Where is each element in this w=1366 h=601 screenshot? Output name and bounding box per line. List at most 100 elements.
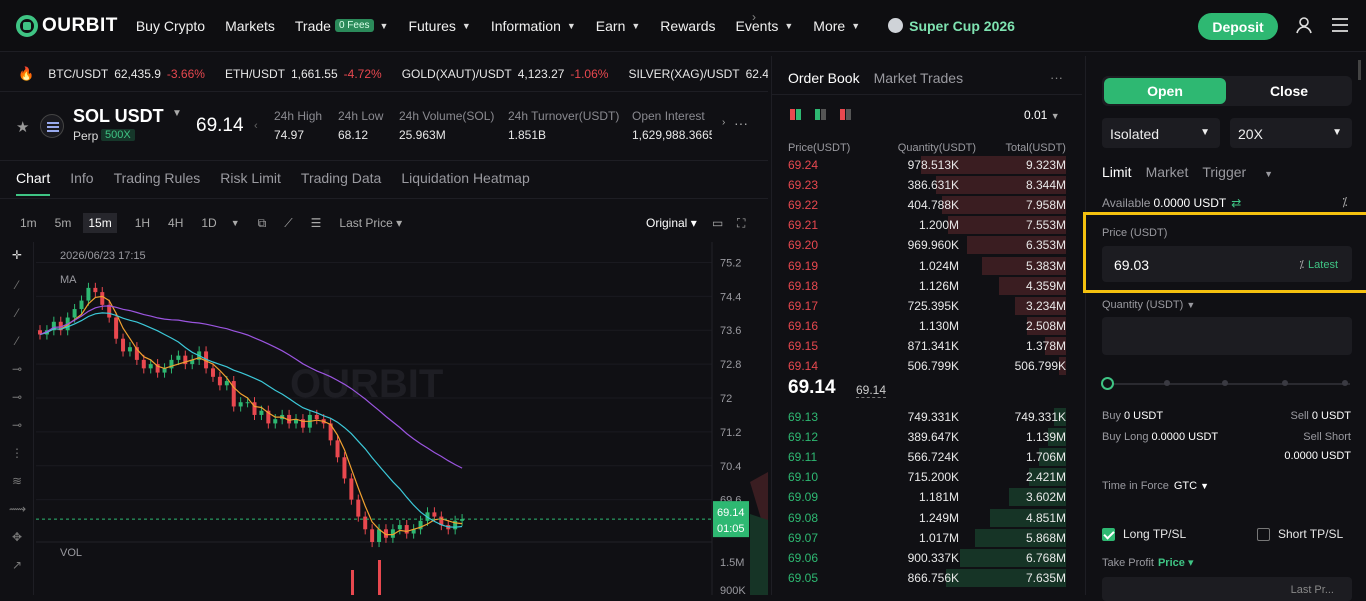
nav-item-buy-crypto[interactable]: Buy Crypto — [136, 18, 205, 34]
promo-link[interactable]: Super Cup 2026 — [888, 18, 1015, 34]
bid-row[interactable]: 69.12 389.647K 1.139M — [772, 427, 1082, 447]
nav-item-futures[interactable]: Futures ▼ — [408, 18, 470, 34]
range-icon[interactable]: ⊸ — [9, 418, 25, 434]
ask-row[interactable]: 69.17 725.395K 3.234M — [772, 296, 1082, 316]
layout-icon[interactable]: ▭ — [712, 216, 723, 230]
scroll-right-icon[interactable]: › — [722, 117, 725, 128]
margin-mode-select[interactable]: Isolated ▼ — [1102, 118, 1220, 148]
nav-item-rewards[interactable]: Rewards — [660, 18, 715, 34]
ask-row[interactable]: 69.22 404.788K 7.958M — [772, 195, 1082, 215]
favorite-star-icon[interactable]: ★ — [16, 118, 29, 136]
interval-1H[interactable]: 1H — [135, 216, 150, 230]
ask-row[interactable]: 69.19 1.024M 5.383M — [772, 256, 1082, 276]
ask-row[interactable]: 69.14 506.799K 506.799K — [772, 356, 1082, 376]
tab-market-trades[interactable]: Market Trades — [874, 70, 963, 86]
ask-row[interactable]: 69.16 1.130M 2.508M — [772, 316, 1082, 336]
settings-list-icon[interactable]: ☰ — [311, 216, 322, 230]
nav-item-events[interactable]: Events ▼ — [736, 18, 794, 34]
bid-row[interactable]: 69.05 866.756K 7.635M — [772, 568, 1082, 588]
short-tpsl-checkbox[interactable]: Short TP/SL — [1257, 527, 1343, 541]
fee-icon[interactable]: ⁒ — [1342, 195, 1347, 209]
hline-icon[interactable]: ⊸ — [9, 362, 25, 378]
bid-row[interactable]: 69.07 1.017M 5.868M — [772, 528, 1082, 548]
asks-view-icon[interactable] — [840, 109, 851, 120]
nav-item-information[interactable]: Information ▼ — [491, 18, 576, 34]
ticker-next-icon[interactable]: › — [752, 10, 756, 24]
tick-size-select[interactable]: 0.01 ▼ — [1024, 108, 1060, 122]
channel-icon[interactable]: ⁄ — [9, 334, 25, 350]
indicator-icon[interactable]: ⟋ — [284, 216, 292, 231]
ask-row[interactable]: 69.15 871.341K 1.378M — [772, 336, 1082, 356]
fullscreen-icon[interactable]: ⛶ — [737, 216, 745, 231]
interval-4H[interactable]: 4H — [168, 216, 183, 230]
both-sides-view-icon[interactable] — [790, 109, 801, 120]
candle-type-icon[interactable]: ⧉ — [258, 216, 267, 231]
price-chart[interactable]: 75.2 74.4 73.6 72.8 72 71.2 70.4 69.6 OURBIT 69.1… — [0, 242, 768, 597]
scroll-left-icon[interactable]: ‹ — [254, 120, 258, 132]
deposit-button[interactable]: Deposit — [1198, 13, 1278, 40]
vline-icon[interactable]: ⋮ — [9, 446, 25, 462]
order-type-trigger[interactable]: Trigger ▼ — [1202, 164, 1287, 180]
tab-trading-data[interactable]: Trading Data — [301, 170, 381, 196]
nav-item-earn[interactable]: Earn ▼ — [596, 18, 641, 34]
tab-chart[interactable]: Chart — [16, 170, 51, 196]
slider-knob[interactable] — [1101, 377, 1114, 390]
long-tpsl-checkbox[interactable]: Long TP/SL — [1102, 527, 1186, 541]
bid-row[interactable]: 69.10 715.200K 2.421M — [772, 467, 1082, 487]
chart-canvas[interactable]: 75.274.473.672.87271.270.469.6OURBIT69.1… — [0, 242, 768, 597]
symbol-name[interactable]: SOL USDT — [73, 106, 164, 127]
bid-row[interactable]: 69.13 749.331K 749.331K — [772, 407, 1082, 427]
hray-icon[interactable]: ⊸ — [9, 390, 25, 406]
bid-row[interactable]: 69.09 1.181M 3.602M — [772, 487, 1082, 507]
tab-liquidation-heatmap[interactable]: Liquidation Heatmap — [401, 170, 529, 196]
bid-row[interactable]: 69.11 566.724K 1.706M — [772, 447, 1082, 467]
bids-view-icon[interactable] — [815, 109, 826, 120]
logo[interactable]: OURBIT — [16, 14, 118, 37]
tab-trading-rules[interactable]: Trading Rules — [114, 170, 201, 196]
ticker-item[interactable]: BTC/USDT 62,435.9 -3.66% — [48, 67, 205, 81]
interval-15m[interactable]: 15m — [83, 213, 117, 233]
quantity-slider[interactable] — [1101, 377, 1350, 390]
interval-5m[interactable]: 5m — [55, 216, 72, 230]
menu-icon[interactable] — [1331, 17, 1349, 33]
tab-info[interactable]: Info — [70, 170, 93, 196]
orderbook-more-icon[interactable]: ··· — [1050, 70, 1063, 85]
crosshair-icon[interactable]: ✛ — [9, 248, 25, 264]
quantity-input[interactable] — [1102, 317, 1352, 355]
ask-row[interactable]: 69.21 1.200M 7.553M — [772, 215, 1082, 235]
brush-icon[interactable]: ↗ — [9, 558, 25, 574]
order-type-limit[interactable]: Limit — [1102, 164, 1132, 180]
close-tab[interactable]: Close — [1228, 78, 1350, 104]
open-tab[interactable]: Open — [1104, 78, 1226, 104]
price-type-select[interactable]: Last Price ▾ — [339, 216, 402, 230]
fib-icon[interactable]: ≋ — [9, 474, 25, 490]
ticker-item[interactable]: GOLD(XAUT)/USDT 4,123.27 -1.06% — [402, 67, 609, 81]
leverage-select[interactable]: 20X ▼ — [1230, 118, 1352, 148]
ask-row[interactable]: 69.20 969.960K 6.353M — [772, 235, 1082, 255]
more-icon[interactable]: ··· — [734, 115, 748, 131]
trendline-icon[interactable]: ⁄ — [9, 278, 25, 294]
tab-risk-limit[interactable]: Risk Limit — [220, 170, 281, 196]
user-icon[interactable] — [1295, 16, 1313, 34]
ask-row[interactable]: 69.24 978.513K 9.323M — [772, 155, 1082, 175]
interval-1D[interactable]: 1D — [201, 216, 216, 230]
ask-row[interactable]: 69.23 386.631K 8.344M — [772, 175, 1082, 195]
bid-row[interactable]: 69.06 900.337K 6.768M — [772, 548, 1082, 568]
interval-1m[interactable]: 1m — [20, 216, 37, 230]
ticker-item[interactable]: ETH/USDT 1,661.55 -4.72% — [225, 67, 382, 81]
nav-item-trade[interactable]: Trade 0 Fees ▼ — [295, 18, 389, 34]
nav-item-markets[interactable]: Markets — [225, 18, 275, 34]
bid-row[interactable]: 69.08 1.249M 4.851M — [772, 508, 1082, 528]
order-type-market[interactable]: Market — [1146, 164, 1189, 180]
ticker-item[interactable]: SILVER(XAG)/USDT62.42 — [628, 67, 768, 81]
quantity-label[interactable]: Quantity (USDT) ▼ — [1102, 299, 1195, 311]
ask-row[interactable]: 69.18 1.126M 4.359M — [772, 276, 1082, 296]
take-profit-input[interactable]: Last Pr... — [1102, 577, 1352, 601]
scrollbar[interactable] — [1358, 60, 1361, 80]
measure-icon[interactable]: ✥ — [9, 530, 25, 546]
pattern-icon[interactable]: ⟿ — [9, 502, 26, 518]
more-intervals-icon[interactable]: ▼ — [231, 218, 240, 228]
time-in-force[interactable]: Time in Force GTC ▼ — [1102, 480, 1209, 492]
ray-icon[interactable]: ⁄ — [9, 306, 25, 322]
view-mode-select[interactable]: Original ▾ — [646, 216, 697, 230]
